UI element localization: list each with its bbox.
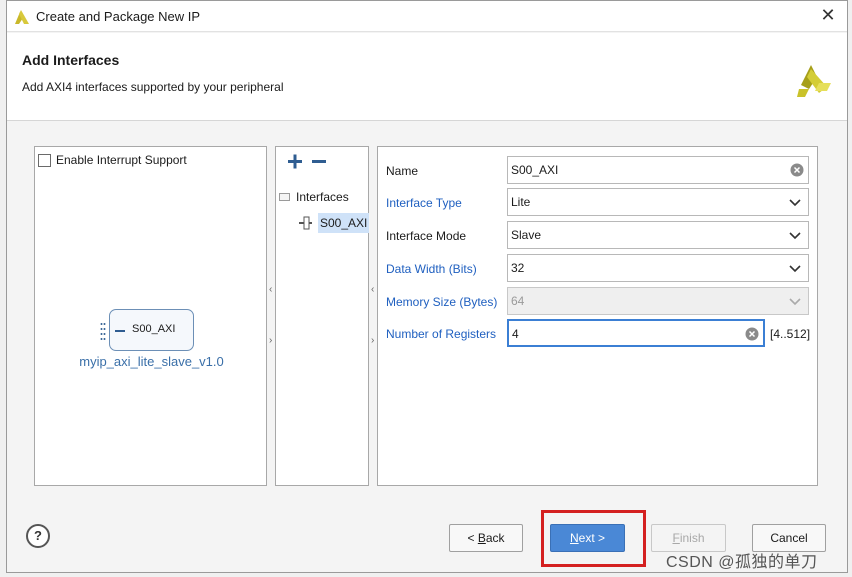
interface-mode-value: Slave xyxy=(511,228,542,242)
back-mnemonic: B xyxy=(477,531,486,545)
interface-type-label: Interface Type xyxy=(386,196,462,210)
port-line xyxy=(115,330,125,332)
name-label: Name xyxy=(386,164,419,178)
data-width-select[interactable]: 32 xyxy=(507,254,809,282)
page-subtitle: Add AXI4 interfaces supported by your pe… xyxy=(22,80,284,94)
chevron-down-icon xyxy=(789,265,801,273)
memory-size-select: 64 xyxy=(507,287,809,315)
name-row: Name S00_AXI xyxy=(378,156,819,184)
ip-name: myip_axi_lite_slave_v1.0 xyxy=(79,354,224,369)
interface-type-select[interactable]: Lite xyxy=(507,188,809,216)
expand-mid-arrow-icon[interactable]: › xyxy=(371,335,374,346)
create-package-ip-dialog: Create and Package New IP ✕ Add Interfac… xyxy=(6,0,848,573)
interface-mode-select[interactable]: Slave xyxy=(507,221,809,249)
collapse-left-arrow-icon[interactable]: ‹ xyxy=(269,284,272,295)
xilinx-logo-icon xyxy=(15,10,29,24)
data-width-row: Data Width (Bits) 32 xyxy=(378,254,819,282)
memory-size-value: 64 xyxy=(511,294,525,308)
close-icon[interactable]: ✕ xyxy=(815,4,841,28)
next-mnemonic: N xyxy=(569,531,579,545)
num-registers-value: 4 xyxy=(512,327,519,341)
interface-properties-panel: Name S00_AXI Interface Type Lite Interfa… xyxy=(377,146,818,486)
back-prefix: < xyxy=(467,531,478,545)
name-field[interactable]: S00_AXI xyxy=(507,156,809,184)
ip-port-name: S00_AXI xyxy=(132,323,176,335)
chevron-down-icon xyxy=(789,298,801,306)
page-title: Add Interfaces xyxy=(22,52,120,68)
clear-icon[interactable] xyxy=(790,163,804,177)
back-label-rest: ack xyxy=(485,531,505,545)
num-registers-range: [4..512] xyxy=(770,327,811,341)
collapse-mid-arrow-icon[interactable]: ‹ xyxy=(371,284,374,295)
window-title: Create and Package New IP xyxy=(36,9,201,24)
xilinx-brand-icon xyxy=(797,65,831,97)
tree-item-s00-axi[interactable]: S00_AXI xyxy=(296,211,370,234)
csdn-watermark: CSDN @孤独的单刀 xyxy=(666,554,818,571)
next-label-rest: ext xyxy=(578,531,595,545)
folder-icon xyxy=(279,193,290,201)
add-interface-icon[interactable] xyxy=(288,152,302,170)
finish-label-rest: inish xyxy=(679,531,705,545)
interrupt-checkbox[interactable] xyxy=(38,153,51,167)
interface-type-row: Interface Type Lite xyxy=(378,188,819,216)
help-button[interactable]: ? xyxy=(26,524,50,548)
next-button[interactable]: Next > xyxy=(550,524,625,552)
interrupt-label: Enable Interrupt Support xyxy=(56,153,187,167)
remove-interface-icon[interactable] xyxy=(312,152,326,170)
interfaces-panel: Interfaces S00_AXI xyxy=(275,146,370,486)
next-suffix: > xyxy=(594,531,606,545)
interface-mode-label: Interface Mode xyxy=(386,229,467,243)
data-width-value: 32 xyxy=(511,261,525,275)
title-bar: Create and Package New IP ✕ xyxy=(7,1,847,32)
num-registers-label: Number of Registers xyxy=(386,327,497,341)
interfaces-tree-label: Interfaces xyxy=(296,190,349,204)
interfaces-tree-header[interactable]: Interfaces xyxy=(276,187,349,207)
page-header: Add Interfaces Add AXI4 interfaces suppo… xyxy=(7,33,847,121)
port-dots-icon xyxy=(100,323,106,340)
ip-symbol-panel: Enable Interrupt Support S00_AXI myip_ax… xyxy=(34,146,267,486)
chevron-down-icon xyxy=(789,199,801,207)
finish-mnemonic: F xyxy=(672,531,680,545)
num-registers-input[interactable]: 4 xyxy=(507,319,765,347)
ip-block: S00_AXI xyxy=(100,309,194,351)
name-value: S00_AXI xyxy=(511,163,559,177)
tree-item-label: S00_AXI xyxy=(318,212,370,233)
num-registers-row: Number of Registers 4 [4..512] xyxy=(378,319,819,347)
interface-port-icon xyxy=(299,216,312,229)
memory-size-label: Memory Size (Bytes) xyxy=(386,295,498,309)
expand-right-arrow-icon[interactable]: › xyxy=(269,335,272,346)
clear-icon[interactable] xyxy=(745,327,759,341)
chevron-down-icon xyxy=(789,232,801,240)
interface-type-value: Lite xyxy=(511,195,531,209)
back-button[interactable]: < Back xyxy=(449,524,523,552)
data-width-label: Data Width (Bits) xyxy=(386,262,477,276)
interface-mode-row: Interface Mode Slave xyxy=(378,221,819,249)
interrupt-support-toggle[interactable]: Enable Interrupt Support xyxy=(38,153,187,167)
memory-size-row: Memory Size (Bytes) 64 xyxy=(378,287,819,315)
